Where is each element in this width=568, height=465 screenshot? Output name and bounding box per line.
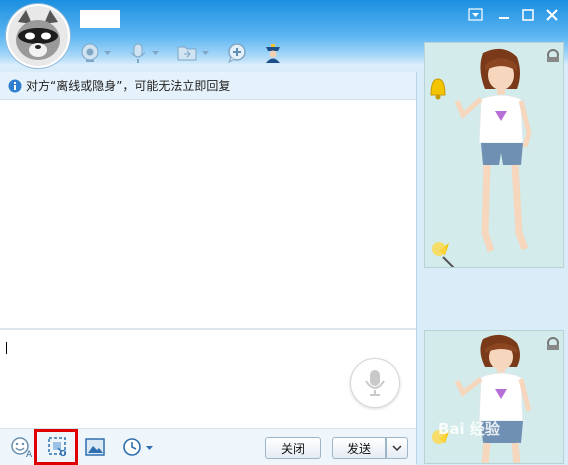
voice-call-button[interactable] (128, 42, 162, 64)
minimize-icon (499, 17, 509, 19)
magic-wand-icon (432, 242, 455, 267)
video-call-icon (81, 43, 111, 62)
video-call-button[interactable] (80, 42, 114, 64)
bottom-toolbar: A 关闭 发送 (0, 428, 416, 465)
baidu-watermark: Bai 经验 (438, 420, 500, 438)
message-history-area[interactable] (0, 100, 416, 328)
info-icon (8, 79, 22, 92)
show-settings-icon (547, 337, 559, 350)
history-clock-icon (123, 438, 153, 456)
font-emoji-button[interactable]: A (10, 435, 34, 459)
remote-assist-button[interactable] (262, 42, 284, 64)
text-caret (6, 342, 7, 354)
add-app-button[interactable] (226, 42, 250, 64)
menu-button[interactable] (468, 8, 484, 22)
remote-assist-icon (266, 44, 280, 63)
send-options-button[interactable] (386, 437, 408, 459)
bell-icon (430, 78, 446, 100)
voice-input-button[interactable] (350, 358, 400, 408)
file-transfer-button[interactable] (176, 42, 212, 64)
contact-show-panel[interactable] (424, 42, 564, 268)
contact-avatar[interactable] (6, 4, 70, 68)
offline-notice-text: 对方“离线或隐身”，可能无法立即回复 (26, 79, 231, 93)
svg-text:A: A (26, 450, 33, 458)
font-emoji-icon: A (11, 437, 33, 458)
maximize-icon (522, 9, 534, 21)
contact-nickname (80, 10, 120, 28)
my-show-figure (432, 334, 559, 463)
send-image-button[interactable] (83, 435, 107, 459)
minimize-button[interactable] (496, 8, 512, 22)
file-transfer-icon (177, 46, 209, 61)
offline-notice-bar: 对方“离线或隐身”，可能无法立即回复 (0, 72, 416, 100)
microphone-icon (365, 370, 385, 396)
contact-show-figure (430, 48, 559, 267)
voice-call-icon (130, 43, 159, 63)
chevron-down-icon (392, 445, 402, 452)
message-history-button[interactable] (122, 435, 156, 459)
my-show-panel[interactable] (424, 330, 564, 464)
raccoon-avatar-icon (8, 6, 68, 66)
close-window-button[interactable] (544, 8, 560, 22)
add-app-icon (227, 43, 246, 64)
chat-panel: 对方“离线或隐身”，可能无法立即回复 (0, 72, 417, 464)
close-icon (546, 9, 558, 21)
menu-dropdown-icon (468, 8, 483, 21)
image-icon (85, 438, 105, 456)
show-settings-icon (547, 49, 559, 62)
send-button[interactable]: 发送 (332, 437, 386, 459)
close-chat-button[interactable]: 关闭 (265, 437, 321, 459)
maximize-button[interactable] (520, 8, 536, 22)
screenshot-highlight-box (34, 429, 78, 465)
